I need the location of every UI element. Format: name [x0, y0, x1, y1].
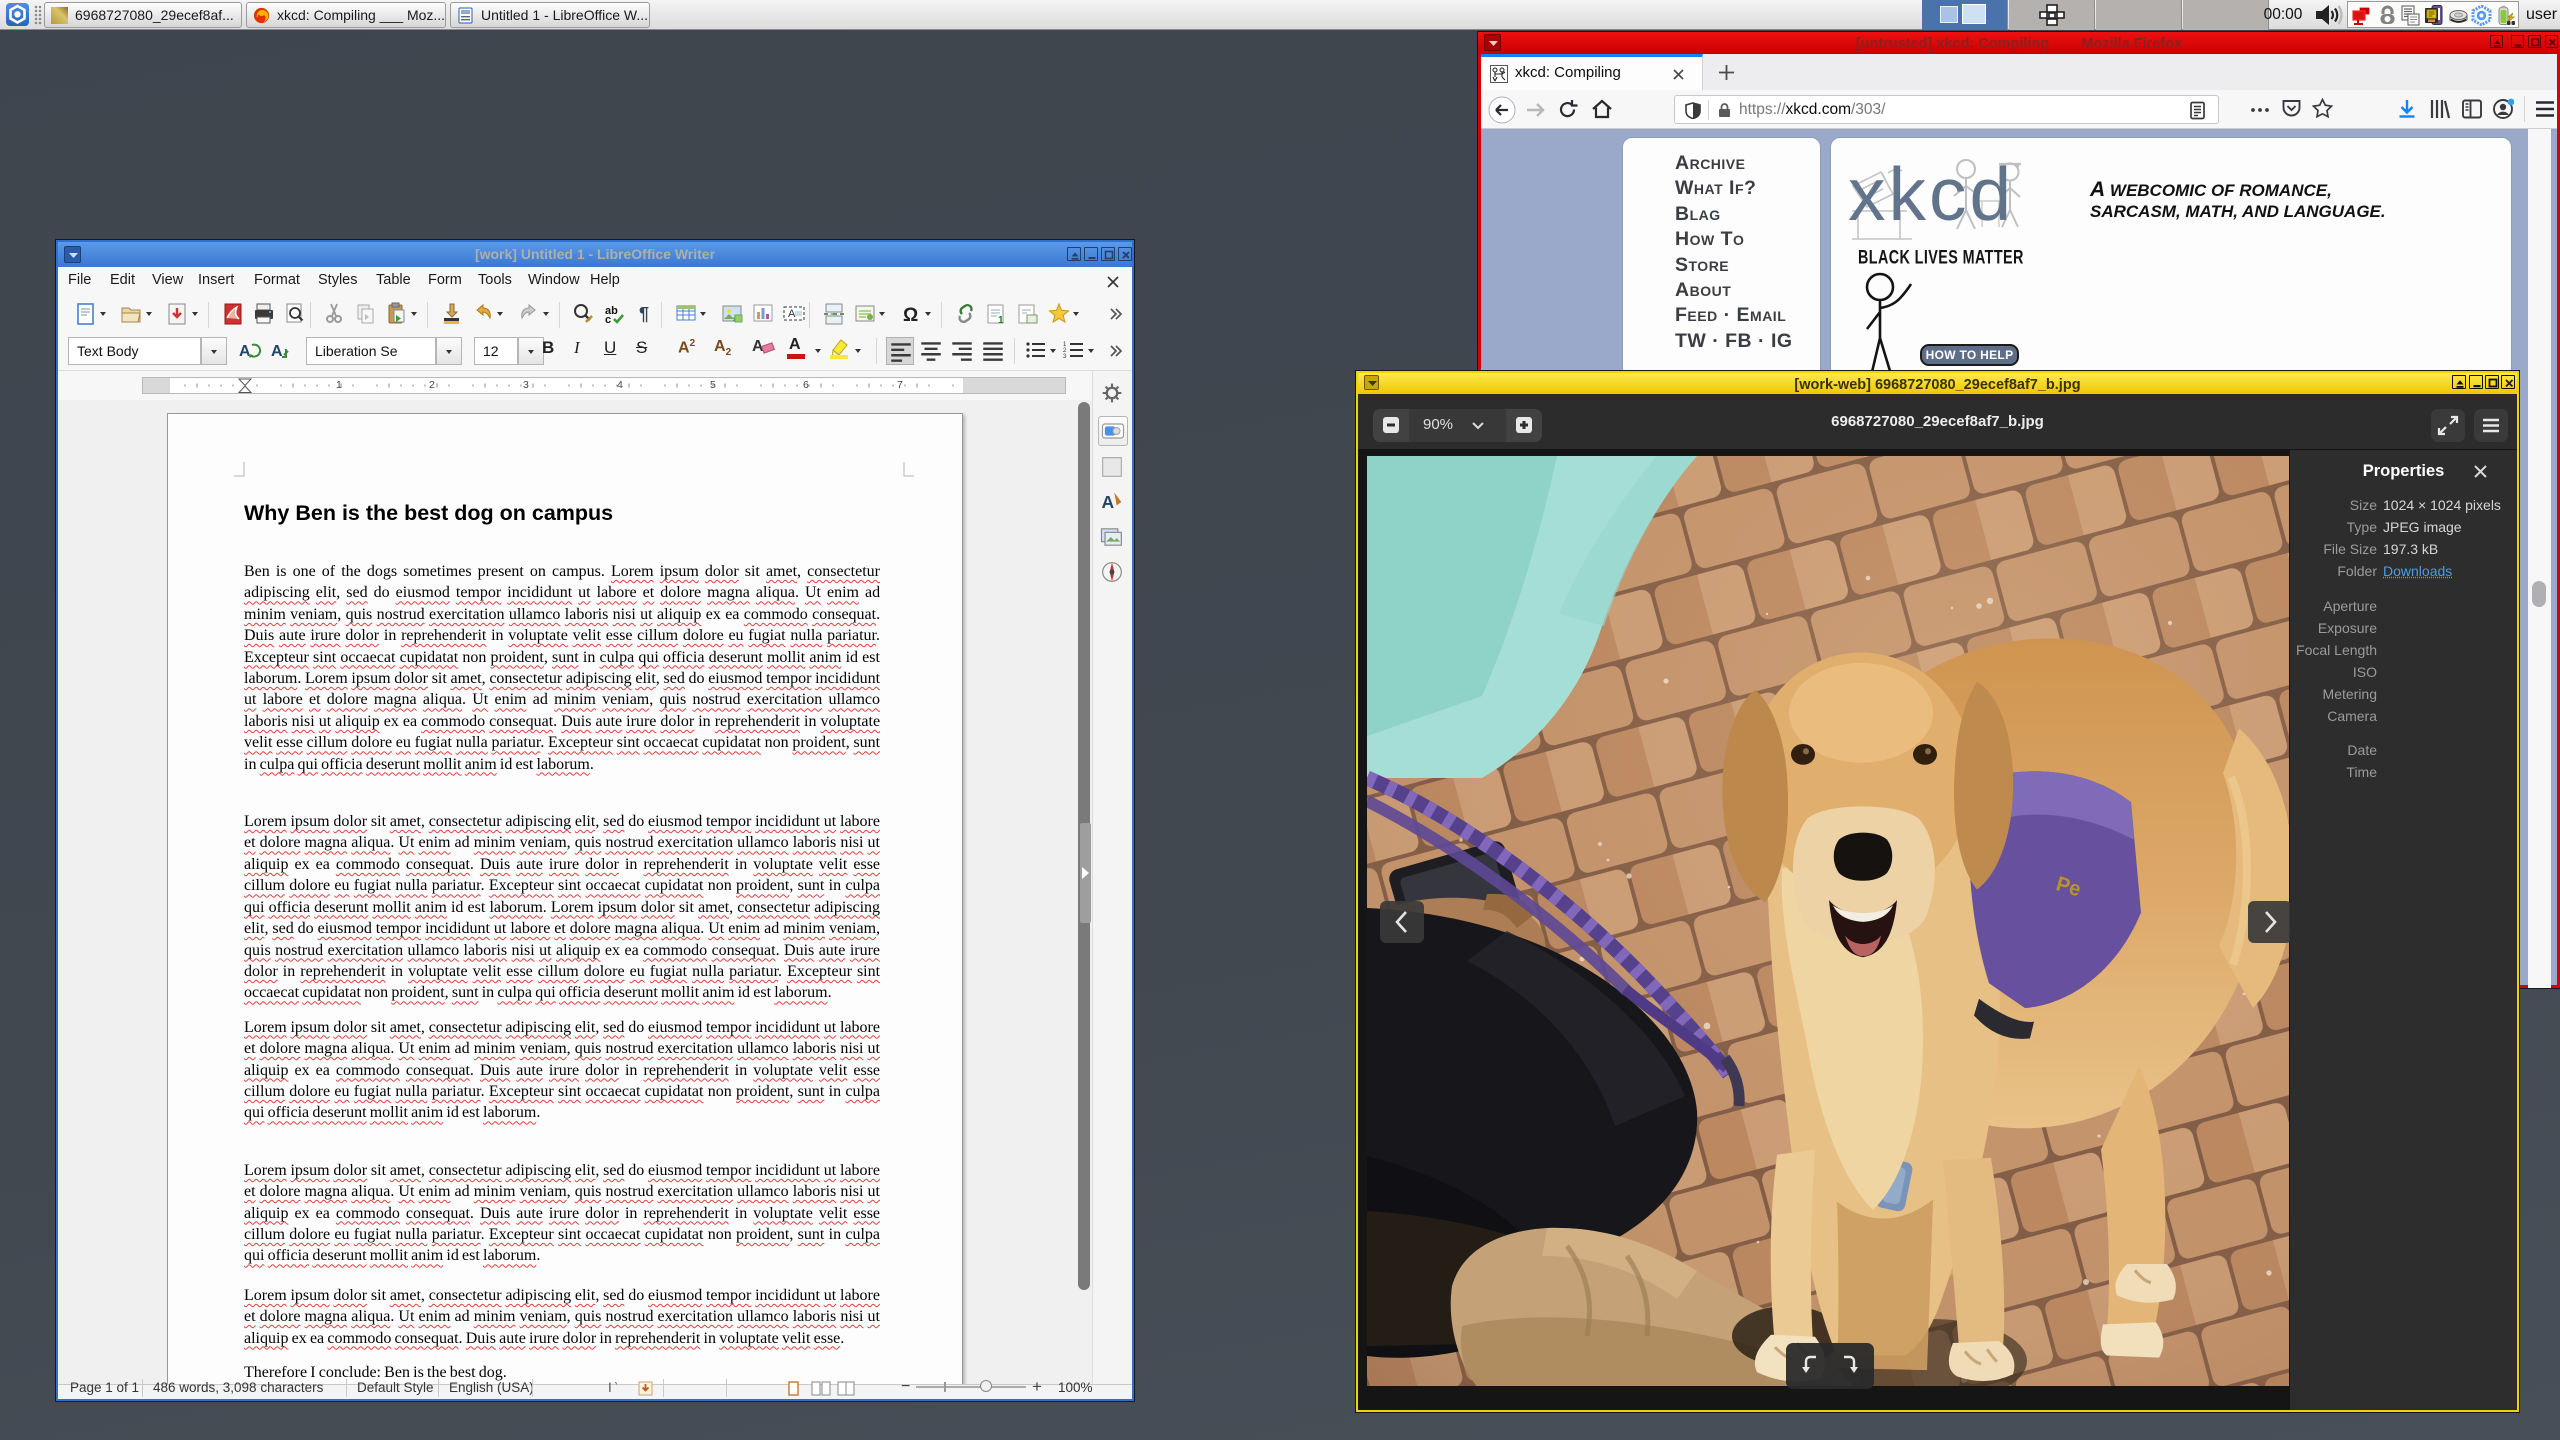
svg-text:A: A — [788, 308, 796, 320]
svg-text:A: A — [239, 343, 251, 360]
svg-text:3: 3 — [1063, 354, 1067, 360]
svg-text:c: c — [605, 314, 611, 326]
svg-text:¶: ¶ — [639, 304, 649, 324]
svg-text:Ω: Ω — [903, 305, 918, 326]
svg-text:1: 1 — [998, 315, 1004, 326]
svg-text:A: A — [271, 343, 283, 360]
svg-text:A: A — [1102, 492, 1115, 512]
